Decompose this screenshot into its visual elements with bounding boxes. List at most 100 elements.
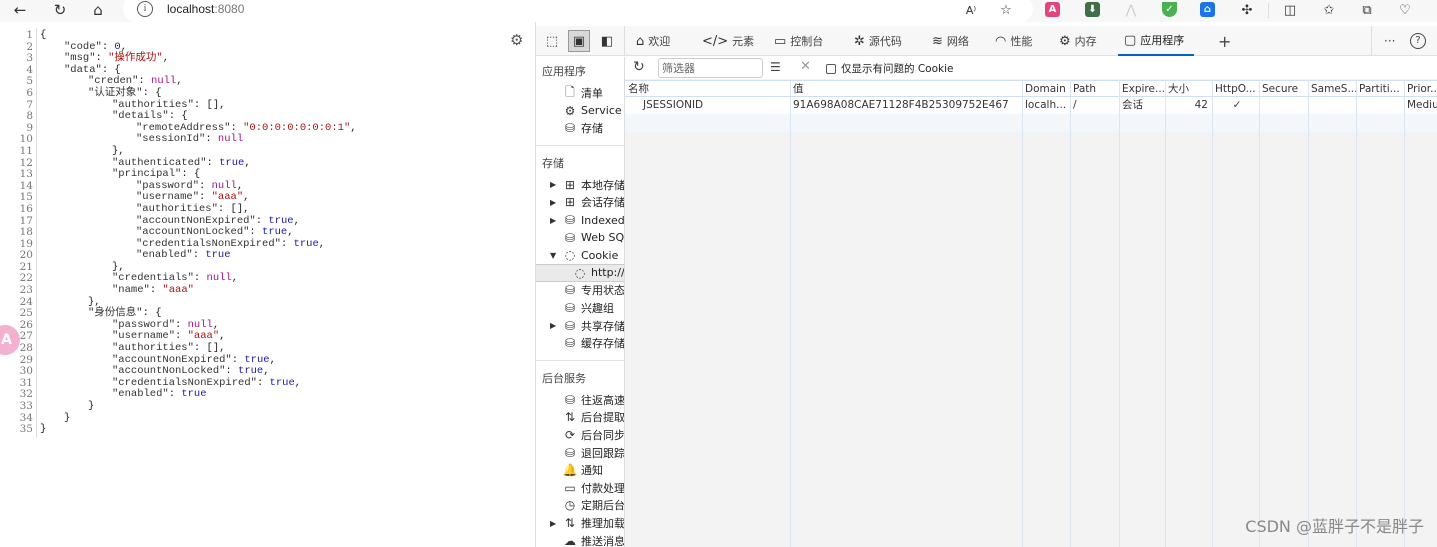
- address-bar[interactable]: [123, 0, 1033, 22]
- column-header[interactable]: Prior...: [1404, 81, 1437, 98]
- browser-health-icon[interactable]: ♡: [1396, 1, 1414, 19]
- collections-icon[interactable]: ⧉: [1358, 1, 1376, 19]
- device-emulation-icon[interactable]: ▣: [568, 30, 590, 52]
- column-divider[interactable]: [1022, 80, 1023, 547]
- sidebar-item[interactable]: ▶ ⊞ 本地存储: [550, 176, 624, 194]
- column-divider[interactable]: [1070, 80, 1071, 547]
- tab-application-window[interactable]: ▢ 应用程序: [1118, 26, 1195, 56]
- home-icon[interactable]: ⌂: [88, 0, 108, 20]
- column-divider[interactable]: [1259, 80, 1260, 547]
- json-punct: ,: [294, 376, 302, 389]
- tab-home[interactable]: ⌂ 欢迎: [636, 26, 670, 56]
- column-divider[interactable]: [1308, 80, 1309, 547]
- refresh-icon[interactable]: ↻: [633, 59, 645, 75]
- sidebar-item[interactable]: ▶ ⇅ 推理加载: [550, 514, 624, 532]
- column-header[interactable]: 名称: [625, 81, 790, 98]
- checkbox-box[interactable]: [826, 63, 836, 74]
- favorites-list-icon[interactable]: ✩: [1320, 1, 1338, 19]
- extension-icon[interactable]: ⌂: [1200, 2, 1215, 17]
- chevron-right-icon[interactable]: ▶: [550, 216, 562, 225]
- download-extension-icon[interactable]: ⬇: [1085, 2, 1100, 17]
- more-options-button[interactable]: ···: [1384, 26, 1395, 56]
- column-divider[interactable]: [1404, 80, 1405, 547]
- column-header[interactable]: 值: [790, 81, 1022, 98]
- column-header[interactable]: Secure: [1259, 81, 1308, 98]
- column-header[interactable]: Expire...: [1119, 81, 1165, 98]
- table-cell: /: [1073, 99, 1077, 111]
- translate-extension-icon[interactable]: A: [1045, 2, 1060, 17]
- chevron-right-icon[interactable]: ▶: [550, 198, 562, 207]
- column-header[interactable]: Path: [1070, 81, 1119, 98]
- sidebar-item[interactable]: ▼ ◌ Cookie: [550, 246, 618, 264]
- sidebar-item[interactable]: ⛁ 缓存存储: [550, 334, 624, 352]
- json-key: "credentialsNonExpired": [136, 237, 281, 250]
- sidebar-item[interactable]: ⛁ 兴趣组: [550, 299, 614, 317]
- puzzle-extensions-icon[interactable]: ✣: [1238, 1, 1256, 19]
- sidebar-item[interactable]: ⛁ 存储: [550, 119, 603, 137]
- help-button[interactable]: ?: [1410, 26, 1426, 56]
- dock-side-icon[interactable]: ◧: [596, 30, 618, 52]
- info-icon[interactable]: i: [137, 1, 153, 17]
- chevron-right-icon[interactable]: ▶: [550, 519, 562, 528]
- column-header[interactable]: SameS...: [1308, 81, 1356, 98]
- column-divider[interactable]: [790, 80, 791, 547]
- add-tab-button[interactable]: +: [1218, 26, 1231, 56]
- tab-elements-code[interactable]: </> 元素: [702, 26, 754, 56]
- refresh-icon[interactable]: ↻: [50, 0, 70, 20]
- table-row[interactable]: JSESSIONID 91A698A08CAE71128F4B25309752E4…: [625, 97, 1437, 114]
- delete-selected-icon[interactable]: ✕: [800, 59, 811, 74]
- json-punct: :: [175, 330, 188, 343]
- gear-icon[interactable]: ⚙: [510, 31, 523, 49]
- sidebar-item[interactable]: ◌ http://: [536, 263, 624, 282]
- shield-extension-icon[interactable]: ✓: [1162, 2, 1177, 17]
- column-header[interactable]: Domain: [1022, 81, 1070, 98]
- sidebar-item[interactable]: ▶⛁ IndexedD: [550, 211, 624, 229]
- json-value: "aaa": [187, 330, 220, 343]
- column-header[interactable]: Partiti...: [1356, 81, 1404, 98]
- filter-input[interactable]: [658, 58, 763, 78]
- split-screen-icon[interactable]: ◫: [1281, 1, 1299, 19]
- only-issues-checkbox[interactable]: 仅显示有问题的 Cookie: [826, 61, 953, 76]
- column-divider[interactable]: [1165, 80, 1166, 547]
- chevron-right-icon[interactable]: ▶: [550, 321, 562, 330]
- sidebar-item[interactable]: ⛁ 往返高速: [550, 391, 624, 409]
- sidebar-item[interactable]: ⟳ 后台同步: [550, 426, 624, 444]
- sidebar-item[interactable]: ◷ 定期后台: [550, 496, 624, 514]
- inspect-element-icon[interactable]: ⬚: [541, 30, 563, 52]
- tab-sources-bug[interactable]: ✲ 源代码: [854, 26, 902, 56]
- sidebar-item[interactable]: ⚙ Service w: [550, 102, 624, 120]
- sidebar-item[interactable]: ⛁ Web SQL: [550, 229, 624, 247]
- sidebar-item[interactable]: ⛁ 专用状态: [550, 281, 624, 299]
- tab-performance-gauge[interactable]: ◠ 性能: [995, 26, 1032, 56]
- clear-all-cookies-icon[interactable]: ☰: [770, 60, 781, 74]
- json-code[interactable]: {"code": 0, "msg": "操作成功", "data": {"crede…: [40, 29, 357, 436]
- tab-divider: [624, 26, 625, 56]
- column-divider[interactable]: [1356, 80, 1357, 547]
- chevron-right-icon[interactable]: ▶: [550, 180, 562, 189]
- json-punct: :: [138, 75, 152, 88]
- tab-network-wifi[interactable]: ≋ 网络: [932, 26, 969, 56]
- url-text[interactable]: localhost:8080: [167, 2, 244, 16]
- read-aloud-icon[interactable]: A⁾: [962, 1, 980, 19]
- favorite-star-icon[interactable]: ☆: [997, 1, 1015, 19]
- table-cell: JSESSIONID: [643, 99, 704, 111]
- table-cell: [1259, 97, 1308, 114]
- chevron-down-icon[interactable]: ▼: [550, 251, 562, 260]
- extension-icon[interactable]: ⋀: [1122, 1, 1140, 19]
- column-divider[interactable]: [1212, 80, 1213, 547]
- column-divider[interactable]: [1119, 80, 1120, 547]
- tab-console[interactable]: ▭ 控制台: [774, 26, 823, 56]
- sidebar-item[interactable]: ▭ 付款处理: [550, 479, 624, 497]
- sidebar-item[interactable]: ▶ ⛁ 共享存储: [550, 317, 624, 335]
- sidebar-item[interactable]: 🗋 清单: [550, 84, 603, 102]
- sidebar-item[interactable]: ⛁ 退回跟踪: [550, 444, 624, 462]
- tab-memory-chip[interactable]: ⚙ 内存: [1059, 26, 1097, 56]
- back-icon[interactable]: ←: [10, 0, 30, 20]
- sidebar-item[interactable]: 🔔 通知: [550, 461, 603, 479]
- json-punct: : {: [142, 307, 162, 320]
- sidebar-item[interactable]: ☁ 推送消息: [550, 532, 624, 547]
- sidebar-item[interactable]: ⇅ 后台提取: [550, 408, 624, 426]
- column-header[interactable]: HttpO...: [1212, 81, 1259, 98]
- sidebar-item[interactable]: ▶ ⊞ 会话存储: [550, 193, 624, 211]
- column-header[interactable]: 大小: [1165, 81, 1212, 98]
